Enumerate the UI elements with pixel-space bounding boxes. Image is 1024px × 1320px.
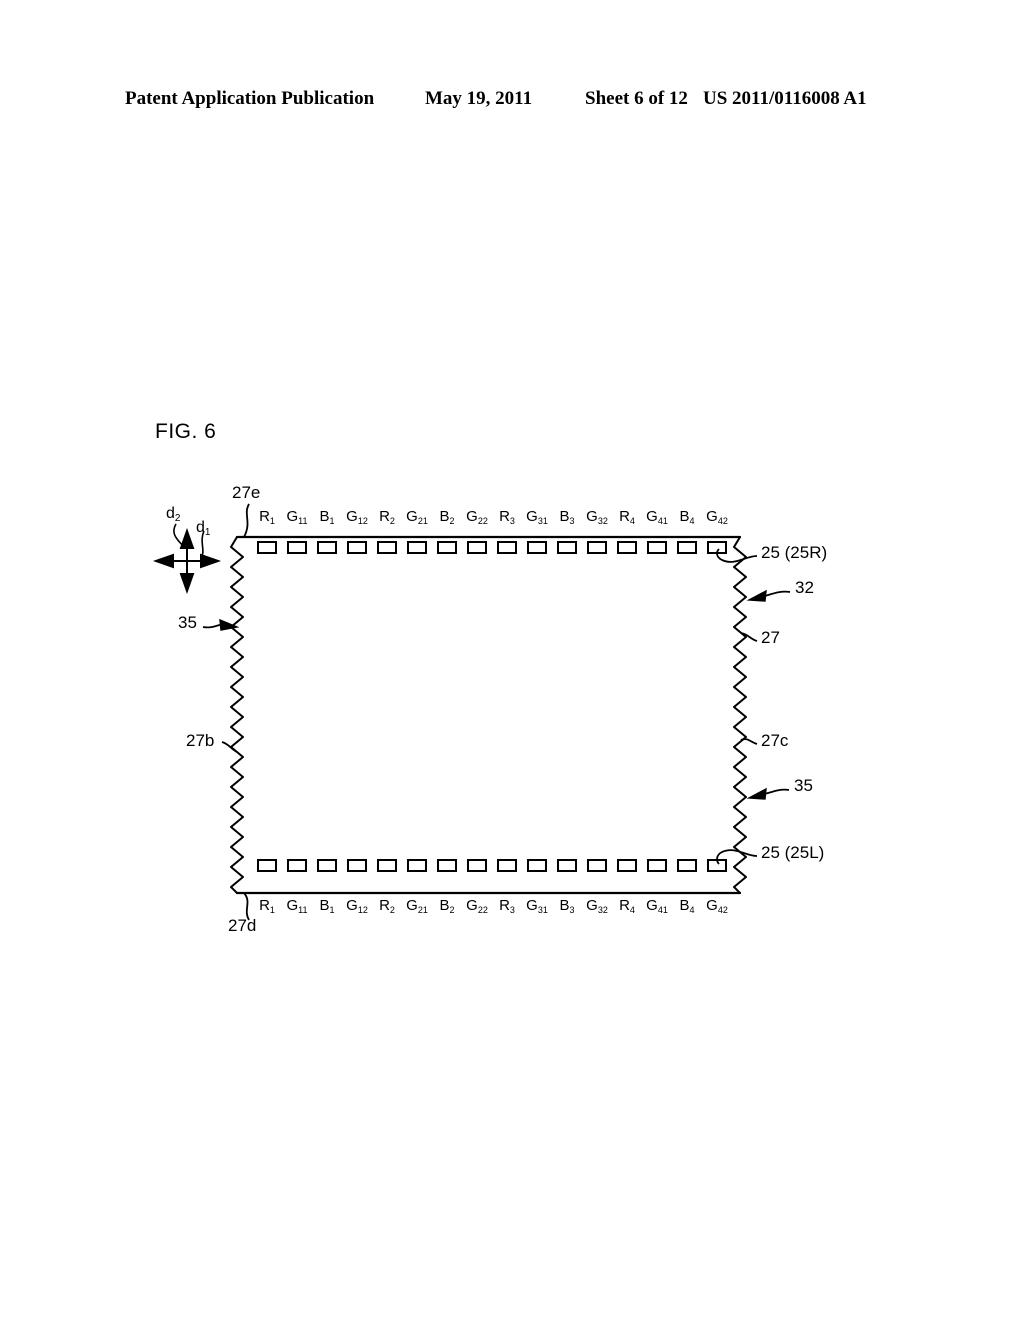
pad — [647, 541, 667, 554]
pad — [407, 859, 427, 872]
pad-label: G11 — [286, 508, 308, 526]
pad-label: G32 — [586, 508, 608, 526]
ref-25-25R: 25 (25R) — [761, 543, 828, 562]
ref-35-right: 35 — [794, 776, 813, 795]
ref-35-left: 35 — [178, 613, 197, 632]
pad-label: G41 — [646, 508, 668, 526]
ref-27b: 27b — [186, 731, 215, 750]
pad — [467, 541, 487, 554]
ref-27c: 27c — [761, 731, 789, 750]
pad-label: B4 — [679, 897, 695, 915]
pad-label: G31 — [526, 508, 548, 526]
pad-row-top — [257, 541, 727, 554]
ref-25-25L: 25 (25L) — [761, 843, 825, 862]
pad-label: R4 — [619, 897, 635, 915]
d2-arrowhead-down — [179, 573, 195, 595]
pad — [587, 541, 607, 554]
pad — [527, 541, 547, 554]
pad-label: R3 — [499, 508, 515, 526]
pad — [647, 859, 667, 872]
dimension-label-d2: d2 — [166, 505, 181, 524]
pad — [617, 541, 637, 554]
pad — [557, 859, 577, 872]
d1-arrowhead-right — [200, 553, 222, 569]
ref-32: 32 — [795, 578, 814, 597]
pad — [497, 541, 517, 554]
pad-label: R1 — [259, 897, 275, 915]
ref-27: 27 — [761, 628, 780, 647]
pad-label: G41 — [646, 897, 668, 915]
pad-label: G31 — [526, 897, 548, 915]
pad — [407, 541, 427, 554]
pad-label: B2 — [439, 897, 455, 915]
pad-label: R2 — [379, 508, 395, 526]
pad — [557, 541, 577, 554]
pad — [257, 541, 277, 554]
pad — [377, 859, 397, 872]
pad-label: B3 — [559, 897, 575, 915]
pad-label: G21 — [406, 897, 428, 915]
pad — [347, 541, 367, 554]
pad — [527, 859, 547, 872]
panel-left-edge-zigzag — [230, 536, 244, 894]
pad — [617, 859, 637, 872]
pad — [287, 541, 307, 554]
pad-label: B4 — [679, 508, 695, 526]
pad-label: G11 — [286, 897, 308, 915]
pad-label: B3 — [559, 508, 575, 526]
ref-27e: 27e — [232, 483, 261, 502]
pad-row-bottom — [257, 859, 727, 872]
pad-label: G12 — [346, 897, 368, 915]
pad — [467, 859, 487, 872]
leader-27e — [243, 503, 250, 538]
pad — [437, 859, 457, 872]
pad — [497, 859, 517, 872]
pad-label: R3 — [499, 897, 515, 915]
pad — [437, 541, 457, 554]
pad-label: R4 — [619, 508, 635, 526]
pad — [347, 859, 367, 872]
leader-27c — [740, 738, 758, 745]
pad-label: G22 — [466, 897, 488, 915]
pad-label: G12 — [346, 508, 368, 526]
pad — [317, 859, 337, 872]
pad — [287, 859, 307, 872]
arrow-32 — [746, 589, 791, 602]
pad — [677, 859, 697, 872]
dimension-label-d1: d1 — [196, 519, 211, 538]
d2-leader — [173, 523, 184, 547]
pad-label: B1 — [319, 897, 335, 915]
figure-drawing — [0, 0, 1024, 1320]
d1-arrowhead-left — [152, 553, 174, 569]
pad-label: R2 — [379, 897, 395, 915]
pad — [377, 541, 397, 554]
panel-right-edge-zigzag — [733, 536, 747, 894]
pad-label: G21 — [406, 508, 428, 526]
dimension-cross-arrows — [152, 527, 222, 595]
pad-label: R1 — [259, 508, 275, 526]
ref-27d: 27d — [228, 916, 257, 935]
pad — [317, 541, 337, 554]
pad-label: G32 — [586, 897, 608, 915]
arrow-35-right — [746, 787, 790, 800]
pad — [587, 859, 607, 872]
patent-drawing-page: Patent Application Publication May 19, 2… — [0, 0, 1024, 1320]
pad-label: G42 — [706, 897, 728, 915]
arrow-35-left — [202, 618, 240, 631]
pad-label: B2 — [439, 508, 455, 526]
pad-label: G22 — [466, 508, 488, 526]
pad — [257, 859, 277, 872]
pad-label: G42 — [706, 508, 728, 526]
pad-label: B1 — [319, 508, 335, 526]
pad — [677, 541, 697, 554]
